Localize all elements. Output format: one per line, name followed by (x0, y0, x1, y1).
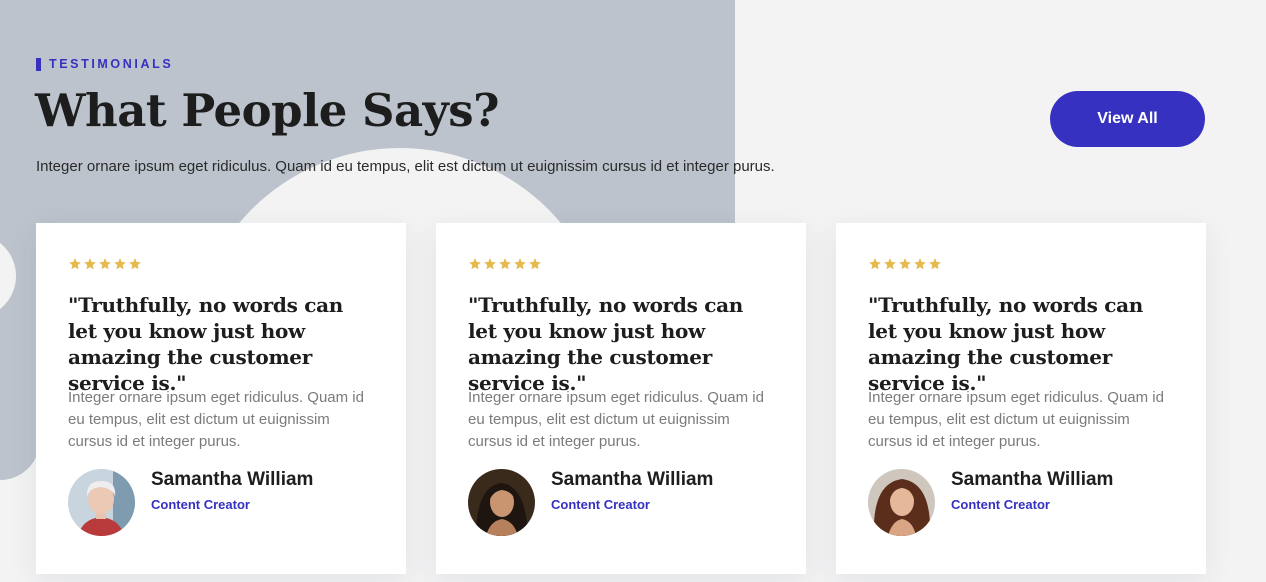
star-icon (114, 258, 126, 270)
avatar (468, 469, 535, 536)
author-name: Samantha William (551, 469, 714, 490)
testimonial-quote: "Truthfully, no words can let you know j… (868, 293, 1144, 395)
star-icon (469, 258, 481, 270)
star-icon (129, 258, 141, 270)
author-role: Content Creator (151, 497, 250, 512)
avatar (68, 469, 135, 536)
eyebrow-label: TESTIMONIALS (49, 57, 174, 71)
star-icon (99, 258, 111, 270)
star-icon (884, 258, 896, 270)
section-eyebrow: TESTIMONIALS (36, 57, 173, 71)
star-icon (914, 258, 926, 270)
author-name: Samantha William (151, 469, 314, 490)
author-role: Content Creator (551, 497, 650, 512)
testimonial-card: "Truthfully, no words can let you know j… (436, 223, 806, 574)
star-icon (929, 258, 941, 270)
star-icon (69, 258, 81, 270)
author-role: Content Creator (951, 497, 1050, 512)
star-icon (899, 258, 911, 270)
testimonial-quote: "Truthfully, no words can let you know j… (68, 293, 344, 395)
star-icon (529, 258, 541, 270)
testimonial-text: Integer ornare ipsum eget ridiculus. Qua… (868, 389, 1164, 450)
star-rating (868, 257, 942, 271)
eyebrow-bar (36, 57, 41, 71)
star-rating (468, 257, 542, 271)
section-title: What People Says? (35, 84, 500, 137)
star-icon (869, 258, 881, 270)
testimonial-card: "Truthfully, no words can let you know j… (836, 223, 1206, 574)
author-name: Samantha William (951, 469, 1114, 490)
star-icon (484, 258, 496, 270)
star-icon (499, 258, 511, 270)
testimonial-text: Integer ornare ipsum eget ridiculus. Qua… (68, 389, 364, 450)
testimonial-quote: "Truthfully, no words can let you know j… (468, 293, 744, 395)
star-rating (68, 257, 142, 271)
avatar (868, 469, 935, 536)
view-all-button[interactable]: View All (1050, 91, 1205, 147)
section-subtitle: Integer ornare ipsum eget ridiculus. Qua… (36, 158, 775, 175)
testimonial-text: Integer ornare ipsum eget ridiculus. Qua… (468, 389, 764, 450)
star-icon (84, 258, 96, 270)
testimonial-card: "Truthfully, no words can let you know j… (36, 223, 406, 574)
star-icon (514, 258, 526, 270)
